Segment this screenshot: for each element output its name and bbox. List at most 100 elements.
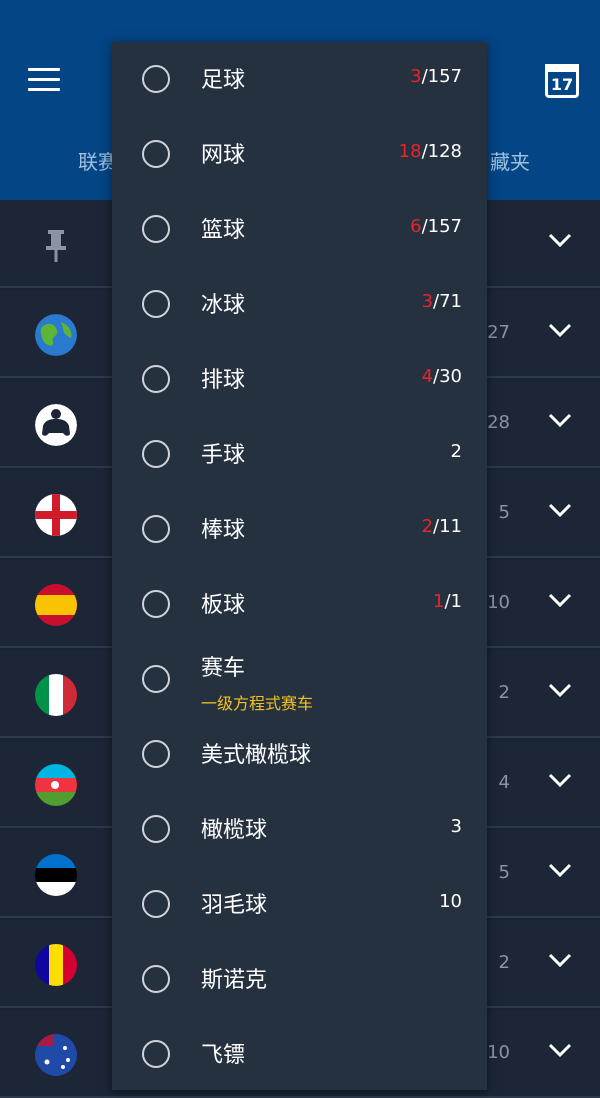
chevron-down-icon[interactable] bbox=[548, 772, 572, 788]
chevron-down-icon[interactable] bbox=[548, 952, 572, 968]
total-count: /71 bbox=[433, 291, 462, 312]
hockey-icon bbox=[140, 288, 172, 320]
league-count: 4 bbox=[498, 772, 510, 793]
world-flag-icon bbox=[35, 314, 77, 356]
andorra-flag-icon bbox=[35, 944, 77, 986]
menu-item-american-football[interactable]: 美式橄榄球 bbox=[112, 717, 487, 792]
chevron-down-icon[interactable] bbox=[548, 232, 572, 248]
australia-flag-icon bbox=[35, 1034, 77, 1076]
chevron-down-icon[interactable] bbox=[548, 412, 572, 428]
total-count: /157 bbox=[421, 216, 462, 237]
sport-label: 足球 bbox=[201, 68, 246, 93]
sport-label: 斯诺克 bbox=[201, 968, 268, 993]
league-count: 5 bbox=[498, 862, 510, 883]
menu-item-tennis[interactable]: 网球 18/128 bbox=[112, 117, 487, 192]
spain-flag-icon bbox=[35, 584, 77, 626]
azerbaijan-flag-icon bbox=[35, 764, 77, 806]
total-count: /128 bbox=[421, 141, 462, 162]
volleyball-icon bbox=[140, 363, 172, 395]
calendar-day: 17 bbox=[550, 75, 574, 94]
menu-item-motorsport[interactable]: 赛车 一级方程式赛车 bbox=[112, 642, 487, 717]
sport-label: 飞镖 bbox=[201, 1043, 246, 1068]
sport-label: 赛车 bbox=[201, 656, 246, 681]
league-count: 2 bbox=[498, 682, 510, 703]
sport-label: 羽毛球 bbox=[201, 893, 268, 918]
handball-icon bbox=[140, 438, 172, 470]
football-icon bbox=[140, 63, 172, 95]
chevron-down-icon[interactable] bbox=[548, 592, 572, 608]
league-count: 10 bbox=[487, 1042, 510, 1063]
sport-label: 排球 bbox=[201, 368, 246, 393]
total-count: 2 bbox=[450, 441, 462, 462]
league-count: 27 bbox=[487, 322, 510, 343]
live-count: 18 bbox=[398, 141, 422, 162]
sport-label: 篮球 bbox=[201, 218, 246, 243]
chevron-down-icon[interactable] bbox=[548, 502, 572, 518]
sport-count: 2/11 bbox=[422, 516, 462, 537]
american-football-icon bbox=[140, 738, 172, 770]
darts-icon bbox=[140, 1038, 172, 1070]
chevron-down-icon[interactable] bbox=[548, 1042, 572, 1058]
chevron-down-icon[interactable] bbox=[548, 862, 572, 878]
total-count: /157 bbox=[421, 66, 462, 87]
menu-item-rugby[interactable]: 橄榄球 3 bbox=[112, 792, 487, 867]
esports-flag-icon bbox=[35, 404, 77, 446]
menu-item-cricket[interactable]: 板球 1/1 bbox=[112, 567, 487, 642]
basketball-icon bbox=[140, 213, 172, 245]
sport-count: 18/128 bbox=[399, 141, 462, 162]
menu-item-darts[interactable]: 飞镖 bbox=[112, 1017, 487, 1092]
league-count: 5 bbox=[498, 502, 510, 523]
menu-item-baseball[interactable]: 棒球 2/11 bbox=[112, 492, 487, 567]
league-count: 2 bbox=[498, 952, 510, 973]
sport-count: 1/1 bbox=[433, 591, 462, 612]
tennis-icon bbox=[140, 138, 172, 170]
total-count: 10 bbox=[439, 891, 462, 912]
menu-item-snooker[interactable]: 斯诺克 bbox=[112, 942, 487, 1017]
motorsport-icon bbox=[140, 663, 172, 695]
sport-label: 冰球 bbox=[201, 293, 246, 318]
live-count: 2 bbox=[421, 516, 434, 537]
live-count: 6 bbox=[410, 216, 422, 237]
rugby-icon bbox=[140, 813, 172, 845]
sport-dropdown-menu: 足球 3/157 网球 18/128 篮球 6/157 冰球 3/71 排球 4/30 手… bbox=[112, 42, 487, 1090]
italy-flag-icon bbox=[35, 674, 77, 716]
baseball-icon bbox=[140, 513, 172, 545]
sport-label: 手球 bbox=[201, 443, 246, 468]
sport-label: 板球 bbox=[201, 593, 246, 618]
sport-count: 2 bbox=[451, 441, 462, 462]
total-count: /30 bbox=[433, 366, 462, 387]
sport-subtitle: 一级方程式赛车 bbox=[201, 694, 314, 713]
menu-item-football[interactable]: 足球 3/157 bbox=[112, 42, 487, 117]
calendar-button[interactable]: 17 bbox=[545, 64, 579, 98]
hamburger-menu-button[interactable] bbox=[28, 68, 60, 94]
menu-item-badminton[interactable]: 羽毛球 10 bbox=[112, 867, 487, 942]
estonia-flag-icon bbox=[35, 854, 77, 896]
league-count: 28 bbox=[487, 412, 510, 433]
sport-count: 3 bbox=[451, 816, 462, 837]
live-count: 3 bbox=[410, 66, 422, 87]
menu-item-basketball[interactable]: 篮球 6/157 bbox=[112, 192, 487, 267]
menu-item-volleyball[interactable]: 排球 4/30 bbox=[112, 342, 487, 417]
tab-favorites[interactable]: 藏夹 bbox=[490, 146, 530, 175]
snooker-icon bbox=[140, 963, 172, 995]
live-count: 3 bbox=[421, 291, 434, 312]
chevron-down-icon[interactable] bbox=[548, 322, 572, 338]
sport-count: 6/157 bbox=[410, 216, 462, 237]
sport-label: 棒球 bbox=[201, 518, 246, 543]
menu-item-handball[interactable]: 手球 2 bbox=[112, 417, 487, 492]
total-count: /1 bbox=[444, 591, 462, 612]
live-count: 4 bbox=[421, 366, 434, 387]
live-count: 1 bbox=[433, 591, 445, 612]
chevron-down-icon[interactable] bbox=[548, 682, 572, 698]
sport-count: 3/157 bbox=[410, 66, 462, 87]
sport-label: 美式橄榄球 bbox=[201, 743, 312, 768]
total-count: /11 bbox=[433, 516, 462, 537]
sport-count: 4/30 bbox=[422, 366, 462, 387]
cricket-icon bbox=[140, 588, 172, 620]
sport-count: 3/71 bbox=[422, 291, 462, 312]
england-flag-icon bbox=[35, 494, 77, 536]
sport-count: 10 bbox=[439, 891, 462, 912]
sport-label: 橄榄球 bbox=[201, 818, 268, 843]
badminton-icon bbox=[140, 888, 172, 920]
menu-item-hockey[interactable]: 冰球 3/71 bbox=[112, 267, 487, 342]
